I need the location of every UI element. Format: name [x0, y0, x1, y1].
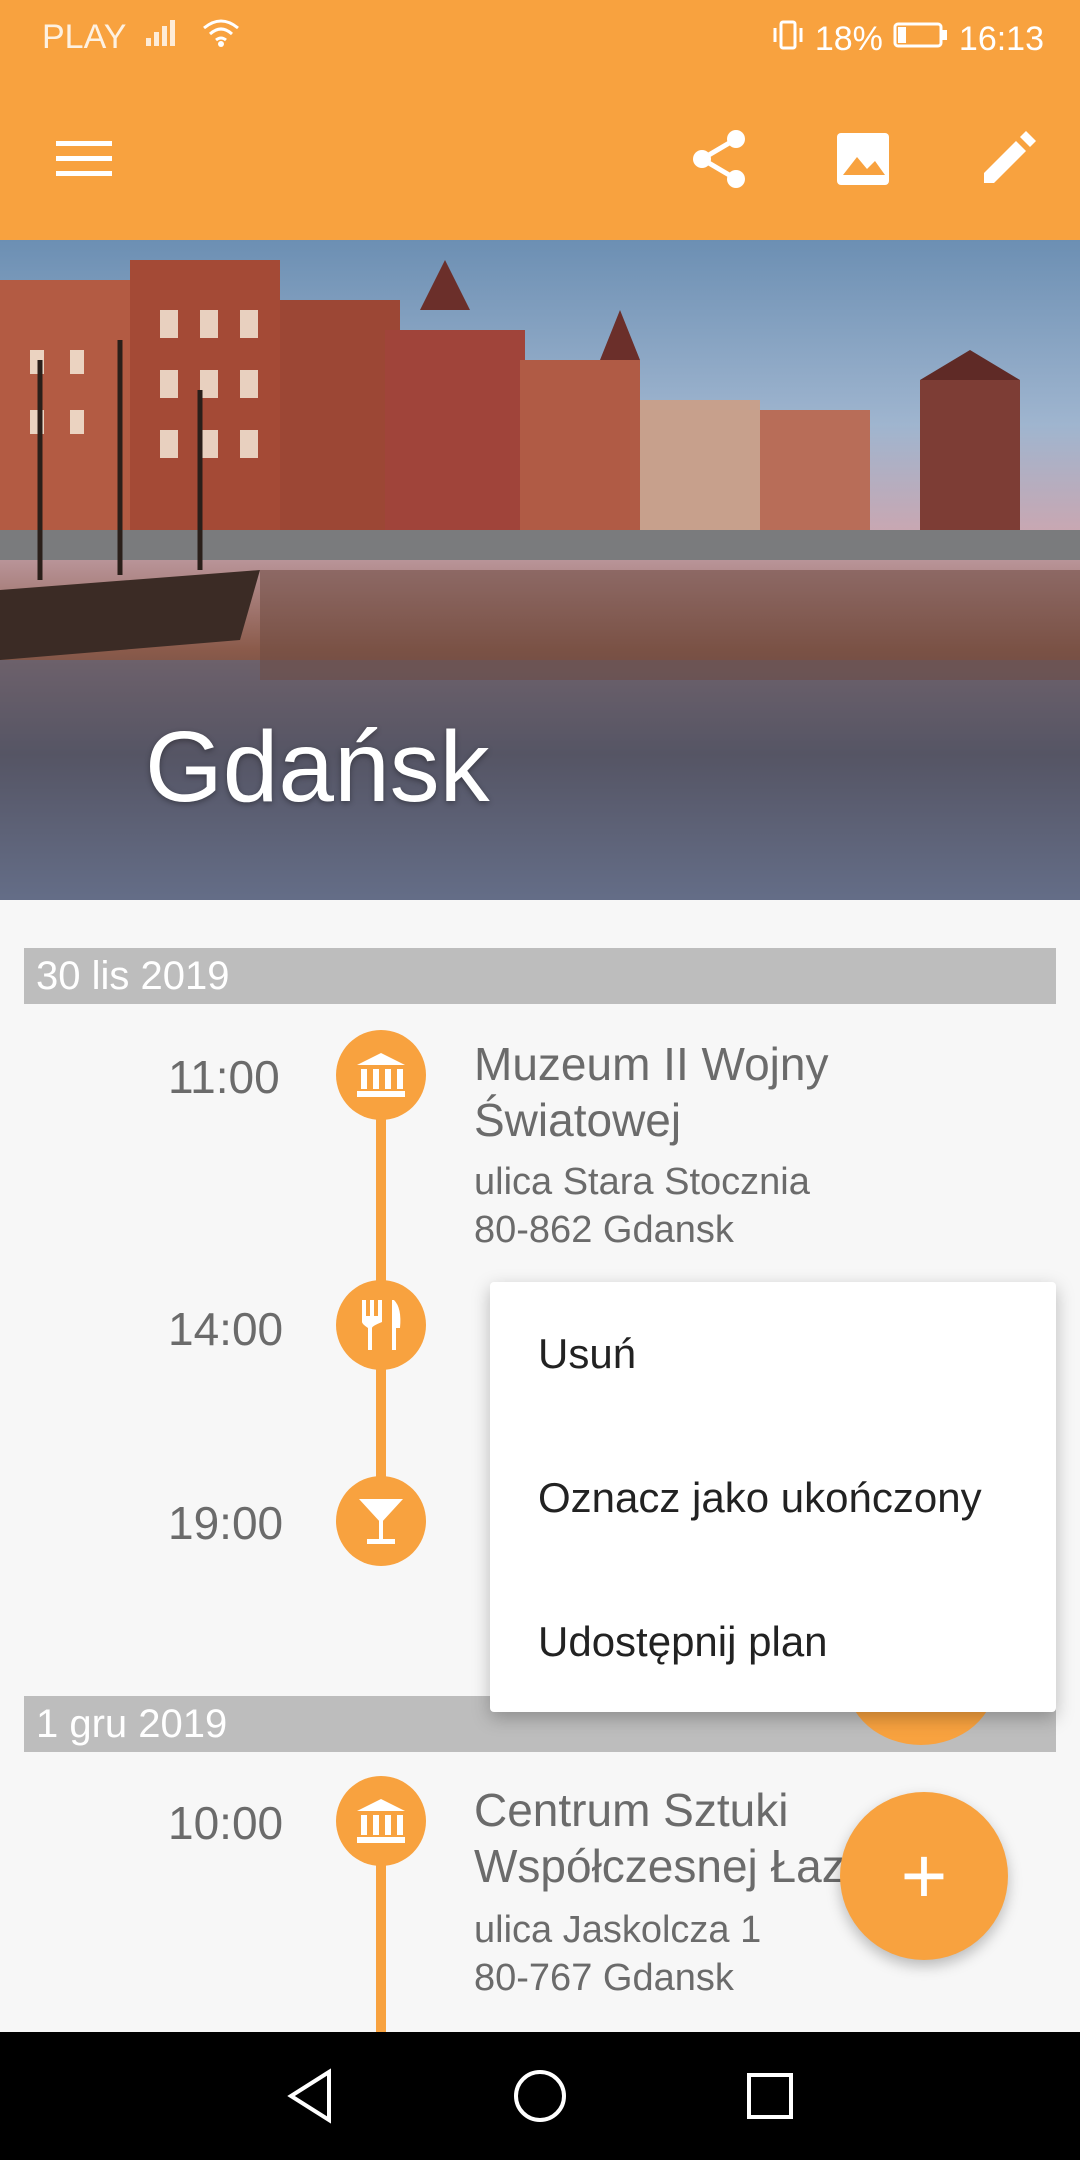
back-icon[interactable]: [280, 2066, 340, 2126]
event-title[interactable]: Muzeum II Wojny Światowej: [474, 1036, 994, 1148]
museum-icon[interactable]: [336, 1030, 426, 1120]
carrier-label: PLAY: [42, 18, 127, 56]
toolbar: [0, 75, 1080, 240]
menu-item-share-plan[interactable]: Udostępnij plan: [538, 1618, 828, 1666]
plus-icon: +: [900, 1831, 948, 1920]
cocktail-icon[interactable]: [336, 1476, 426, 1566]
clock: 16:13: [958, 20, 1044, 58]
image-icon[interactable]: [827, 123, 899, 195]
restaurant-icon[interactable]: [336, 1280, 426, 1370]
navigation-bar: [0, 2032, 1080, 2160]
event-title-line: Muzeum II Wojny: [474, 1038, 829, 1090]
share-icon[interactable]: [684, 123, 756, 195]
event-time: 11:00: [168, 1051, 280, 1103]
overflow-menu: Usuń Oznacz jako ukończony Udostępnij pl…: [490, 1282, 1056, 1712]
menu-item-mark-complete[interactable]: Oznacz jako ukończony: [538, 1474, 982, 1522]
edit-icon[interactable]: [972, 123, 1044, 195]
event-address: ulica Stara Stocznia 80-862 Gdansk: [474, 1158, 810, 1254]
event-time: 14:00: [168, 1303, 284, 1355]
recents-icon[interactable]: [740, 2066, 800, 2126]
status-bar: PLAY 18% 16:13: [0, 0, 1080, 75]
event-address: ulica Jaskolcza 1 80-767 Gdansk: [474, 1906, 761, 2002]
event-time: 19:00: [168, 1497, 284, 1549]
status-right: 18% 16:13: [771, 18, 1044, 61]
vibrate-icon: [771, 18, 805, 61]
menu-item-delete[interactable]: Usuń: [538, 1330, 636, 1378]
menu-icon[interactable]: [48, 123, 120, 195]
battery-icon: [893, 20, 949, 59]
address-line: 80-767 Gdansk: [474, 1957, 734, 1999]
event-title-line: Światowej: [474, 1094, 682, 1146]
event-time: 10:00: [168, 1797, 284, 1849]
date-header: 30 lis 2019: [24, 948, 1056, 1004]
museum-icon[interactable]: [336, 1776, 426, 1866]
signal-icon: [144, 18, 184, 57]
status-left: PLAY: [42, 18, 240, 57]
address-line: ulica Stara Stocznia: [474, 1161, 810, 1203]
battery-percentage: 18%: [814, 20, 883, 58]
add-button[interactable]: +: [840, 1792, 1008, 1960]
wifi-icon: [202, 18, 240, 57]
hero-image: Gdańsk: [0, 240, 1080, 900]
home-icon[interactable]: [510, 2066, 570, 2126]
address-line: 80-862 Gdansk: [474, 1209, 734, 1251]
city-title: Gdańsk: [145, 711, 490, 823]
address-line: ulica Jaskolcza 1: [474, 1909, 762, 1951]
